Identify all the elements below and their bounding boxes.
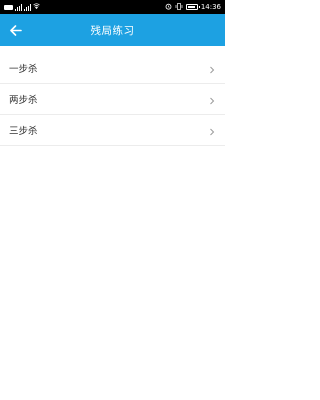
status-time: 14:36 [200, 3, 221, 11]
status-left [4, 3, 40, 11]
puzzle-list: 一步杀 两步杀 三步杀 [0, 53, 225, 146]
status-bar: 14:36 [0, 0, 225, 14]
cell-signal-2-icon [24, 3, 31, 11]
chevron-right-icon [209, 121, 215, 140]
page-title: 残局练习 [90, 24, 135, 37]
list-item-one-move[interactable]: 一步杀 [0, 53, 225, 84]
cell-signal-icon [15, 3, 22, 11]
notification-icons [4, 4, 13, 10]
chevron-right-icon [209, 90, 215, 109]
alarm-icon [165, 3, 172, 12]
vibrate-icon [175, 2, 183, 12]
wifi-icon [33, 3, 40, 11]
status-right: 14:36 [165, 2, 221, 12]
arrow-left-icon [10, 21, 22, 40]
list-item-two-moves[interactable]: 两步杀 [0, 84, 225, 115]
app-bar: 残局练习 [0, 14, 225, 46]
list-item-label: 两步杀 [9, 95, 38, 106]
back-button[interactable] [6, 20, 26, 40]
battery-level [187, 6, 195, 8]
list-item-label: 三步杀 [9, 126, 38, 137]
battery-icon [185, 4, 200, 10]
chevron-right-icon [209, 59, 215, 78]
list-item-label: 一步杀 [9, 64, 38, 75]
list-item-three-moves[interactable]: 三步杀 [0, 115, 225, 146]
